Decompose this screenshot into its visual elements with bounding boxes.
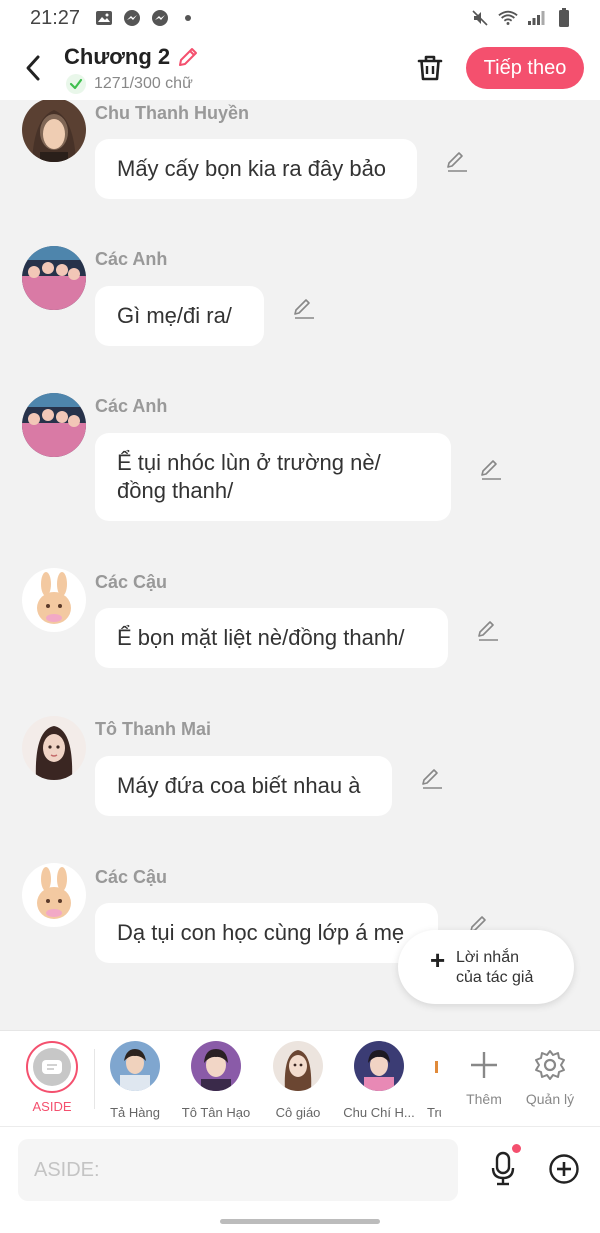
aside-avatar	[26, 1041, 78, 1093]
messenger-icon	[150, 8, 170, 28]
delete-button[interactable]	[412, 50, 448, 86]
plus-icon: +	[430, 945, 446, 975]
message-bubble[interactable]: Mấy cấy bọn kia ra đây bảo	[95, 139, 417, 199]
message-bubble[interactable]: Dạ tụi con học cùng lớp á mẹ	[95, 903, 438, 963]
word-count: 1271/300 chữ	[66, 74, 193, 94]
character-label: Tô Tân Hạo	[181, 1105, 251, 1120]
character-aside[interactable]: ASIDE	[11, 1041, 93, 1114]
gear-icon	[530, 1045, 570, 1085]
sender-name: Chu Thanh Huyền	[95, 103, 249, 123]
character-label: Trư	[427, 1105, 441, 1120]
avatar[interactable]	[22, 863, 86, 927]
character-item[interactable]: Cô giáo	[257, 1041, 339, 1120]
sender-name: Các Cậu	[95, 867, 168, 887]
notification-icons	[94, 8, 198, 28]
word-count-text: 1271/300 chữ	[94, 75, 193, 92]
pencil-icon[interactable]	[291, 296, 317, 322]
gallery-icon	[94, 8, 114, 28]
check-icon	[66, 74, 86, 94]
character-item[interactable]: Tô Tân Hạo	[175, 1041, 257, 1120]
plus-circle-icon	[549, 1154, 579, 1184]
author-note-button[interactable]: + Lời nhắn của tác giả	[398, 930, 574, 1004]
back-button[interactable]	[16, 50, 50, 86]
pencil-icon[interactable]	[478, 457, 504, 483]
attach-button[interactable]	[546, 1151, 582, 1187]
message-bubble[interactable]: Gì mẹ/đi ra/	[95, 286, 264, 346]
input-bar	[0, 1126, 600, 1212]
edit-title-icon[interactable]	[176, 45, 200, 69]
status-time: 21:27	[30, 6, 81, 29]
status-bar: 21:27	[0, 0, 600, 36]
chat-area[interactable]: Chu Thanh Huyền Mấy cấy bọn kia ra đây b…	[0, 100, 600, 1030]
avatar	[354, 1041, 404, 1091]
avatar	[191, 1041, 241, 1091]
avatar[interactable]	[22, 393, 86, 457]
system-nav-bar	[0, 1212, 600, 1233]
pencil-icon[interactable]	[419, 766, 445, 792]
notification-dot	[512, 1144, 521, 1153]
pencil-icon[interactable]	[475, 618, 501, 644]
avatar[interactable]	[22, 246, 86, 310]
chapter-title-text: Chương 2	[64, 44, 171, 69]
character-label: ASIDE	[32, 1099, 72, 1114]
messenger-icon	[122, 8, 142, 28]
manage-button[interactable]: Quản lý	[520, 1045, 580, 1107]
app-header: Chương 2 1271/300 chữ Tiếp theo	[0, 36, 600, 100]
signal-icon	[526, 8, 546, 28]
wifi-icon	[498, 8, 518, 28]
sender-name: Các Cậu	[95, 572, 168, 592]
voice-button[interactable]	[486, 1149, 520, 1189]
message-icon	[42, 1060, 62, 1074]
chapter-title[interactable]: Chương 2	[64, 44, 200, 70]
avatar[interactable]	[22, 568, 86, 632]
character-item[interactable]: Chu Chí H...	[338, 1041, 420, 1120]
character-label: Chu Chí H...	[343, 1105, 415, 1120]
avatar[interactable]	[22, 716, 86, 780]
system-icons	[470, 8, 574, 28]
plus-icon	[464, 1045, 504, 1085]
sender-name: Tô Thanh Mai	[95, 719, 211, 739]
home-indicator[interactable]	[220, 1219, 380, 1224]
add-character-button[interactable]: Thêm	[454, 1045, 514, 1107]
author-note-label: Lời nhắn của tác giả	[456, 949, 534, 986]
dot-icon	[178, 8, 198, 28]
character-item[interactable]: Tả Hàng	[94, 1041, 176, 1120]
avatar	[110, 1041, 160, 1091]
pencil-icon[interactable]	[444, 149, 470, 175]
mute-icon	[470, 8, 490, 28]
avatar[interactable]	[22, 100, 86, 162]
avatar	[421, 1041, 441, 1091]
message-bubble[interactable]: Ể bọn mặt liệt nè/đồng thanh/	[95, 608, 448, 668]
character-item[interactable]: Trư	[421, 1041, 441, 1120]
character-label: Cô giáo	[275, 1105, 321, 1120]
avatar	[273, 1041, 323, 1091]
message-input[interactable]	[18, 1139, 458, 1201]
character-bar: ASIDE Tả Hàng Tô Tân Hạo Cô giáo Chu Chí…	[0, 1030, 600, 1126]
message-bubble[interactable]: Ể tụi nhóc lùn ở trường nè/ đồng thanh/	[95, 433, 451, 521]
manage-label: Quản lý	[525, 1091, 575, 1107]
message-bubble[interactable]: Máy đứa coa biết nhau à	[95, 756, 392, 816]
add-character-label: Thêm	[466, 1091, 502, 1107]
battery-icon	[554, 8, 574, 28]
next-button[interactable]: Tiếp theo	[466, 47, 584, 89]
trash-icon	[417, 55, 443, 81]
sender-name: Các Anh	[95, 249, 168, 269]
sender-name: Các Anh	[95, 396, 168, 416]
microphone-icon	[491, 1151, 515, 1186]
character-label: Tả Hàng	[110, 1105, 160, 1120]
chevron-left-icon	[26, 55, 40, 81]
